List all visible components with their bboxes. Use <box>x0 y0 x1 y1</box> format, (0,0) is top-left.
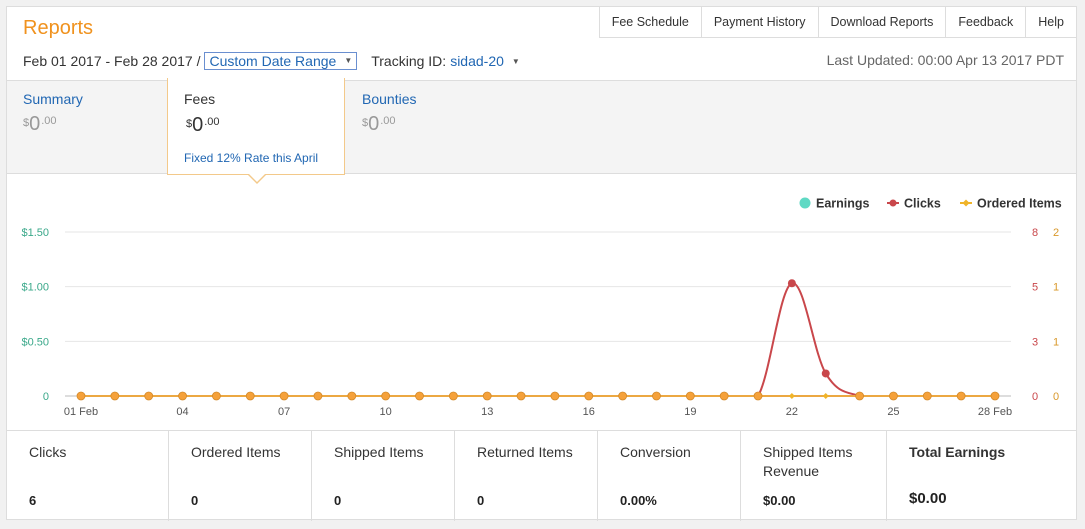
legend-earnings-marker <box>799 197 811 209</box>
y-left-tick-label: $0.50 <box>21 336 49 348</box>
earnings-point <box>889 391 898 401</box>
legend-ordered-items-marker <box>962 199 970 207</box>
stat-ordered-items: Ordered Items 0 <box>169 431 312 521</box>
ordered-items-point <box>788 393 795 399</box>
stat-clicks: Clicks 6 <box>7 431 169 521</box>
fees-label: Fees <box>184 91 216 107</box>
stat-value: 0 <box>191 493 199 508</box>
clicks-series-line <box>81 282 995 397</box>
earnings-point <box>956 391 966 401</box>
stat-label: Returned Items <box>477 444 573 460</box>
stat-label: Conversion <box>620 444 691 460</box>
stats-bar: Clicks 6 Ordered Items 0 Shipped Items 0… <box>7 430 1076 521</box>
x-tick-label: 01 Feb <box>64 406 98 418</box>
earnings-point <box>753 391 763 401</box>
earnings-point <box>550 391 560 401</box>
earnings-point <box>922 391 932 401</box>
earnings-point <box>719 391 729 401</box>
earnings-point <box>178 391 187 401</box>
y-items-tick-label: 1 <box>1053 336 1059 348</box>
earnings-point <box>855 391 864 401</box>
earnings-point <box>482 391 492 401</box>
legend-ordered-items-label: Ordered Items <box>977 197 1062 211</box>
earnings-chart: 0 $0.50 $1.00 $1.50 0 3 5 8 0 1 1 2 01 Feb 04 07 10 13 16… <box>21 197 1062 419</box>
y-items-tick-label: 0 <box>1053 391 1059 403</box>
fees-tab-active[interactable]: Fees $0.00 Fixed 12% Rate this April <box>167 78 345 175</box>
legend-clicks-label: Clicks <box>904 197 941 211</box>
fees-amount: $0.00 <box>186 114 220 136</box>
stat-label: Total Earnings <box>909 444 1006 460</box>
x-tick-label: 07 <box>278 406 290 418</box>
y-items-tick-label: 1 <box>1053 282 1059 294</box>
stat-returned-items: Returned Items 0 <box>455 431 598 521</box>
x-tick-label: 10 <box>380 406 392 418</box>
earnings-point <box>990 391 1000 401</box>
stat-label: Shipped Items <box>334 444 424 460</box>
earnings-point <box>347 391 357 401</box>
x-tick-label: 19 <box>684 406 696 418</box>
y-left-tick-label: $1.50 <box>21 227 49 239</box>
earnings-point <box>584 391 594 401</box>
ordered-items-point <box>822 393 829 399</box>
stat-shipped-items: Shipped Items 0 <box>312 431 455 521</box>
legend-clicks-marker <box>889 199 897 207</box>
earnings-point <box>245 391 255 401</box>
earnings-point <box>212 391 221 401</box>
y-left-tick-label: $1.00 <box>21 282 49 294</box>
x-tick-label: 25 <box>887 406 899 418</box>
stat-shipped-revenue: Shipped Items Revenue $0.00 <box>741 431 887 521</box>
stat-label: Shipped Items Revenue <box>763 444 853 479</box>
stat-value: $0.00 <box>909 490 947 507</box>
legend-earnings-label: Earnings <box>816 197 870 211</box>
y-clicks-tick-label: 3 <box>1032 336 1038 348</box>
stat-label: Clicks <box>29 444 67 460</box>
earnings-point <box>110 391 120 401</box>
earnings-point <box>516 391 526 401</box>
earnings-point <box>448 391 458 401</box>
stat-total-earnings: Total Earnings $0.00 <box>887 431 1076 521</box>
y-items-tick-label: 2 <box>1053 227 1059 239</box>
y-clicks-tick-label: 5 <box>1032 282 1038 294</box>
earnings-point <box>313 391 323 401</box>
x-tick-label: 22 <box>786 406 798 418</box>
stat-conversion: Conversion 0.00% <box>598 431 741 521</box>
x-tick-label: 16 <box>583 406 595 418</box>
popover-arrow-fill <box>249 174 265 182</box>
x-tick-label: 04 <box>176 406 188 418</box>
stat-value: 0 <box>334 493 342 508</box>
earnings-point <box>415 391 424 401</box>
y-clicks-tick-label: 0 <box>1032 391 1038 403</box>
reports-panel: Reports Fee Schedule Payment History Dow… <box>6 6 1077 521</box>
earnings-point <box>652 391 661 401</box>
clicks-point <box>821 369 830 378</box>
stat-value: 0.00% <box>620 493 657 508</box>
fees-promo-link[interactable]: Fixed 12% Rate this April <box>184 151 318 165</box>
x-tick-label: 28 Feb <box>978 406 1012 418</box>
clicks-point <box>787 279 796 288</box>
earnings-point <box>279 391 289 401</box>
earnings-point <box>76 391 86 401</box>
earnings-point <box>144 391 154 401</box>
earnings-point <box>685 391 695 401</box>
stat-label: Ordered Items <box>191 444 281 460</box>
stat-value: $0.00 <box>763 493 796 508</box>
earnings-point <box>381 391 391 401</box>
stat-value: 6 <box>29 493 37 508</box>
y-left-tick-label: 0 <box>43 391 49 403</box>
x-tick-label: 13 <box>481 406 493 418</box>
stat-value: 0 <box>477 493 485 508</box>
y-clicks-tick-label: 8 <box>1032 227 1038 239</box>
earnings-point <box>618 391 628 401</box>
